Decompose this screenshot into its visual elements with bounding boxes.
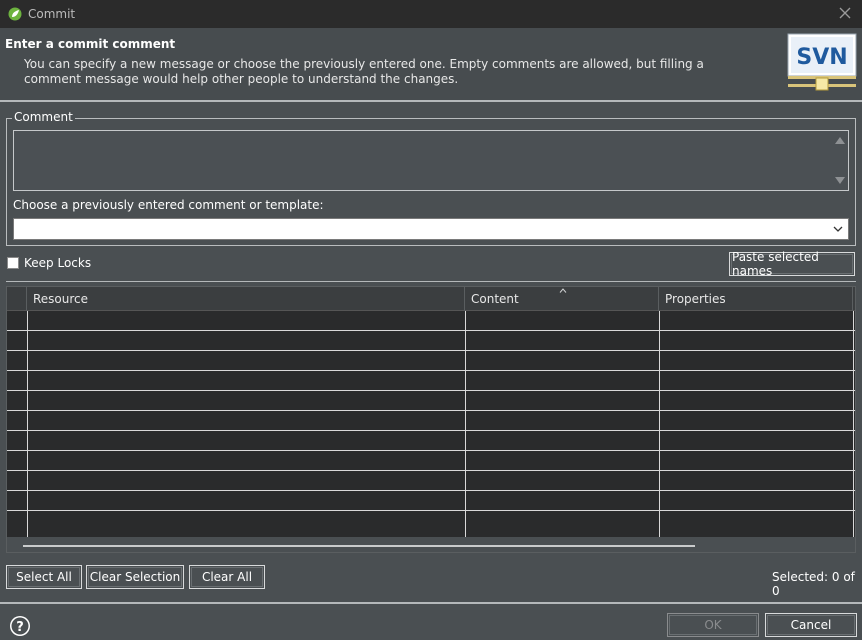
table-row[interactable] [7,311,855,331]
cancel-label: Cancel [767,615,855,635]
column-divider [27,311,28,537]
svg-text:?: ? [16,620,24,635]
column-divider [465,311,466,537]
table-row[interactable] [7,331,855,351]
resources-table[interactable]: Resource Content Properties [6,286,856,553]
clear-all-button[interactable]: Clear All [189,565,265,589]
table-row[interactable] [7,451,855,471]
header-title: Enter a commit comment [5,37,176,51]
sort-ascending-icon [559,288,567,293]
scroll-up-icon[interactable] [835,137,845,144]
choose-comment-label: Choose a previously entered comment or t… [13,198,324,212]
select-all-button[interactable]: Select All [6,565,82,589]
paste-selected-names-button[interactable]: Paste selected names [729,250,855,278]
column-header-select[interactable] [7,287,27,311]
clear-selection-button[interactable]: Clear Selection [86,565,184,589]
column-divider [853,311,854,537]
clear-all-label: Clear All [191,567,263,587]
comment-textarea[interactable] [13,130,849,191]
table-horizontal-scrollbar[interactable] [7,537,855,552]
spring-leaf-icon [8,7,22,21]
comment-scrollbar[interactable] [832,131,848,190]
scroll-down-icon[interactable] [835,177,845,184]
chevron-down-icon[interactable] [832,223,844,235]
ok-button[interactable]: OK [667,613,759,637]
table-body [7,311,855,537]
svn-logo-icon: SVN [787,33,857,91]
selected-count: Selected: 0 of 0 [772,570,855,598]
select-all-label: Select All [8,567,80,587]
previous-comment-combo[interactable] [13,218,849,240]
table-header: Resource Content Properties [7,287,855,311]
scrollbar-thumb[interactable] [23,545,695,547]
svn-logo-text: SVN [796,45,847,70]
keep-locks-checkbox[interactable] [7,257,19,269]
table-row[interactable] [7,431,855,451]
clear-selection-label: Clear Selection [88,567,182,587]
column-divider [659,311,660,537]
help-icon[interactable]: ? [9,615,31,637]
header-description: You can specify a new message or choose … [24,57,704,86]
window-title: Commit [28,7,76,21]
table-row[interactable] [7,411,855,431]
table-row[interactable] [7,391,855,411]
comment-group-legend: Comment [12,110,75,124]
table-row[interactable] [7,371,855,391]
dialog-header: Enter a commit comment You can specify a… [0,28,862,100]
cancel-button[interactable]: Cancel [765,613,857,637]
table-row[interactable] [7,351,855,371]
keep-locks-label: Keep Locks [24,256,92,270]
header-separator [0,100,862,102]
title-bar: Commit [0,0,862,28]
footer-separator [0,602,862,604]
column-header-properties[interactable]: Properties [659,287,853,311]
column-header-resource[interactable]: Resource [27,287,465,311]
paste-selected-names-label: Paste selected names [731,250,853,278]
ok-label: OK [669,615,757,635]
options-separator [6,281,856,282]
table-row[interactable] [7,511,855,537]
keep-locks-option[interactable]: Keep Locks [7,256,91,270]
table-row[interactable] [7,471,855,491]
close-icon[interactable] [836,4,854,22]
table-row[interactable] [7,491,855,511]
